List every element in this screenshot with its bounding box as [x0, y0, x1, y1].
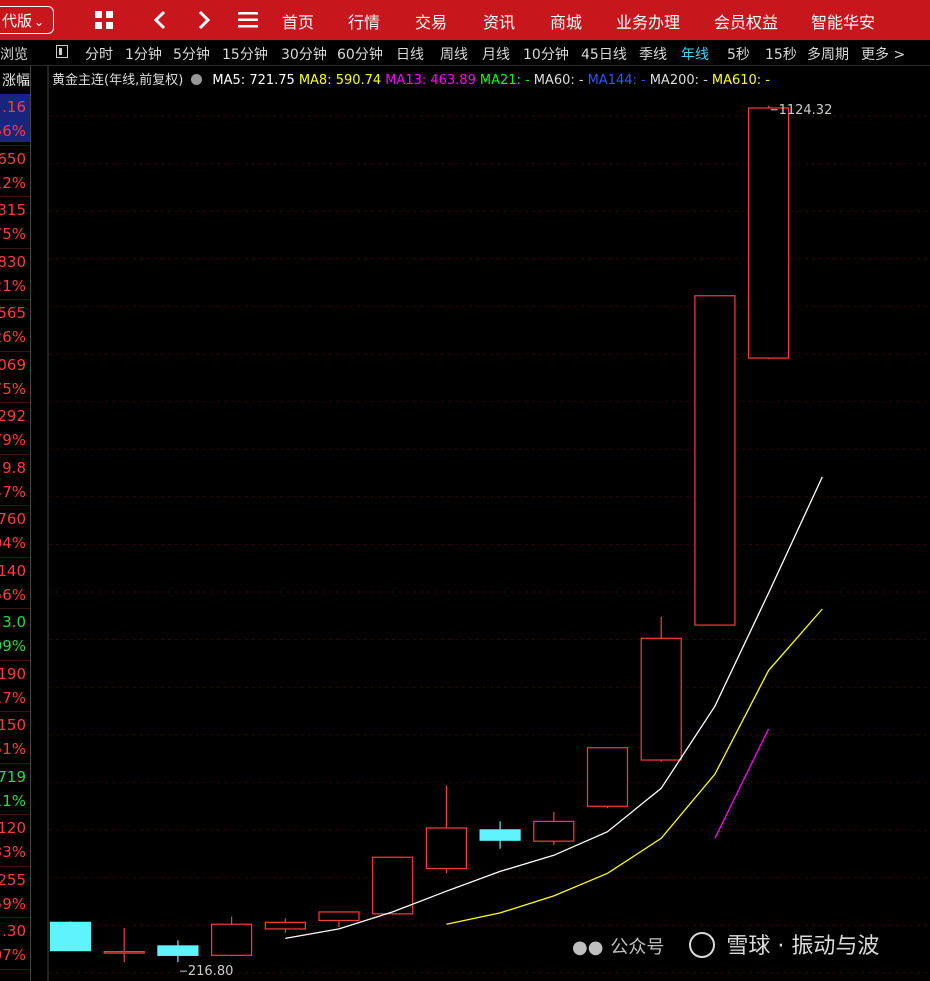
- legend-item: MA21: -: [479, 73, 530, 88]
- candle-up: [264, 921, 306, 930]
- ma-line-ma13: [714, 728, 770, 839]
- legend-item: MA200: -: [649, 73, 708, 88]
- chart-legend: 黄金主连(年线,前复权) MA5: 721.75 MA8: 590.74 MA13:…: [52, 69, 774, 88]
- watermark-right: 雪球 · 振动与波: [726, 934, 880, 959]
- candle-up: [640, 637, 682, 761]
- watermark: ●● 公众号 雪球 · 振动与波: [572, 928, 879, 964]
- chart-title: 黄金主连(年线,前复权): [52, 73, 184, 88]
- candlestick-chart[interactable]: 1124.32 216.80: [0, 0, 930, 981]
- candle-up: [103, 950, 145, 954]
- legend-item: MA13: 463.89: [385, 73, 476, 88]
- price-annotation: 216.80: [179, 964, 234, 979]
- candle-up: [694, 295, 736, 626]
- legend-item: MA144: -: [587, 73, 646, 88]
- candle-up: [211, 923, 253, 956]
- annotation-label: 1124.32: [779, 103, 833, 118]
- candle-down: [157, 945, 199, 956]
- snowball-logo-icon: [689, 932, 716, 958]
- wechat-icon: ●●: [572, 937, 604, 958]
- candle-down: [479, 829, 521, 841]
- ma-line-ma8: [446, 608, 823, 925]
- candle-up: [586, 747, 629, 807]
- candle-up: [425, 827, 467, 870]
- legend-item: MA60: -: [533, 73, 584, 88]
- candle-up: [533, 820, 575, 842]
- legend-item: MA5: 721.75: [212, 73, 295, 88]
- ma-line-ma5: [285, 476, 823, 940]
- settings-icon[interactable]: [191, 74, 203, 85]
- watermark-left: 公众号: [610, 937, 665, 958]
- candle-up: [318, 911, 360, 922]
- annotation-label: 216.80: [188, 964, 234, 979]
- price-annotation: 1124.32: [770, 103, 833, 118]
- candle-up: [747, 107, 790, 359]
- candle-down: [49, 921, 92, 952]
- legend-item: MA8: 590.74: [298, 73, 382, 88]
- legend-item: MA610: -: [711, 73, 770, 88]
- candle-up: [372, 856, 414, 915]
